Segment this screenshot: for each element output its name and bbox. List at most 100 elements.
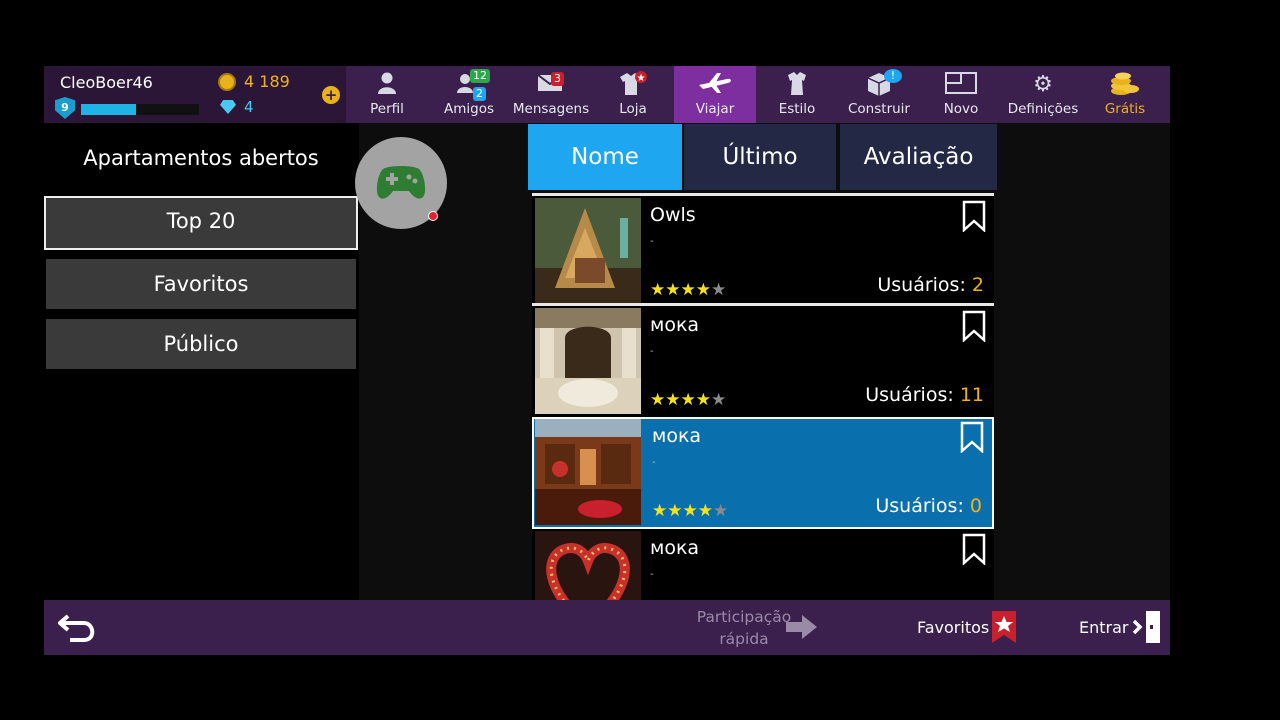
favorites-button-label[interactable]: Favoritos: [917, 618, 989, 637]
star-empty-icon: ★: [711, 390, 727, 410]
star-filled-icon: ★: [650, 280, 666, 300]
nav-label: Novo: [943, 101, 979, 117]
nav-estilo[interactable]: Estilo: [756, 66, 838, 123]
shirt-star-icon: ★: [592, 71, 674, 105]
star-filled-icon: ★: [695, 280, 711, 300]
coins-icon: [1084, 71, 1166, 105]
top20-button[interactable]: Top 20: [44, 196, 358, 250]
star-filled-icon: ★: [665, 390, 681, 410]
level-shield-icon: 9: [55, 97, 75, 119]
gear-icon: ⚙: [1033, 72, 1053, 97]
enter-button-label[interactable]: Entrar: [1079, 618, 1128, 637]
outfit-icon: [756, 71, 838, 105]
gamepad-icon: [376, 166, 426, 199]
star-filled-icon: ★: [697, 501, 713, 521]
coin-icon: [218, 73, 236, 91]
tab-avaliacao[interactable]: Avaliação: [840, 124, 997, 190]
diamond-icon: [220, 100, 236, 114]
star-empty-icon: ★: [713, 501, 729, 521]
messages-badge: 3: [551, 72, 564, 86]
room-description: -: [650, 569, 654, 580]
users-count: Usuários: 11: [865, 384, 984, 406]
nav-construir[interactable]: ! Construir: [838, 66, 920, 123]
room-name: мока: [650, 314, 700, 336]
username: CleoBoer46: [60, 73, 153, 92]
box-icon: [838, 71, 920, 105]
room-thumbnail: [535, 531, 641, 600]
room-thumbnail: [535, 198, 641, 304]
users-number: 2: [971, 274, 984, 296]
bookmark-icon[interactable]: [962, 310, 986, 342]
app-window: CleoBoer46 9 4 189 4 + Perfil 12 2 Amigo…: [44, 66, 1170, 655]
room-description: -: [650, 346, 654, 357]
users-count: Usuários: 0: [875, 495, 982, 517]
nav-amigos[interactable]: 12 2 Amigos: [428, 66, 510, 123]
publico-button[interactable]: Público: [46, 319, 356, 369]
nav-definicoes[interactable]: ⚙ Definições: [1002, 66, 1084, 123]
nav-label: Mensagens: [512, 101, 590, 117]
star-filled-icon: ★: [680, 280, 696, 300]
add-currency-button[interactable]: +: [322, 86, 340, 104]
bottom-bar: Participação rápida Favoritos Entrar: [44, 600, 1170, 655]
favoritos-button[interactable]: Favoritos: [46, 259, 356, 309]
star-filled-icon: ★: [695, 390, 711, 410]
bookmark-icon[interactable]: [962, 200, 986, 232]
friends-icon: [428, 71, 510, 103]
users-number: 0: [969, 495, 982, 517]
notification-dot: [428, 211, 438, 221]
top-bar: CleoBoer46 9 4 189 4 + Perfil 12 2 Amigo…: [44, 66, 1170, 123]
nav-viajar[interactable]: Viajar: [674, 66, 756, 123]
gem-balance: 4: [244, 98, 254, 116]
bookmark-icon[interactable]: [960, 421, 984, 453]
room-row[interactable]: Owls - ★★★★★ Usuários: 2: [532, 196, 994, 308]
svg-text:★: ★: [637, 73, 646, 84]
rating-stars: ★★★★★: [650, 280, 726, 300]
room-row[interactable]: мока -: [532, 529, 994, 600]
nav-label: Amigos: [444, 101, 494, 117]
user-profile-box[interactable]: CleoBoer46 9: [44, 66, 208, 123]
back-arrow-icon[interactable]: [56, 608, 100, 648]
currency-box: 4 189 4 +: [208, 66, 346, 123]
star-empty-icon: ★: [711, 280, 727, 300]
nav-mensagens[interactable]: 3 Mensagens: [510, 66, 592, 123]
tab-ultimo[interactable]: Último: [684, 124, 836, 190]
bookmark-icon[interactable]: [962, 533, 986, 565]
nav-gratis[interactable]: Grátis: [1084, 66, 1166, 123]
room-row-selected[interactable]: мока - ★★★★★ Usuários: 0: [532, 417, 994, 529]
room-row[interactable]: мока - ★★★★★ Usuários: 11: [532, 306, 994, 418]
nav-label: Viajar: [695, 101, 735, 117]
xp-bar: [81, 104, 199, 115]
nav-label: Perfil: [370, 101, 404, 117]
users-count: Usuários: 2: [877, 274, 984, 296]
nav-loja[interactable]: ★ Loja: [592, 66, 674, 123]
nav-label: Loja: [619, 101, 647, 117]
room-name: мока: [650, 537, 700, 559]
room-name: Owls: [650, 204, 696, 226]
xp-bar-fill: [81, 104, 137, 115]
friends-badge-count: 12: [470, 69, 490, 83]
favorite-star-icon[interactable]: [991, 610, 1017, 644]
construir-alert-badge: !: [884, 69, 902, 83]
users-number: 11: [959, 384, 984, 406]
enter-door-icon[interactable]: [1132, 609, 1162, 645]
nav-label: Grátis: [1104, 101, 1146, 117]
rooms-icon: [920, 71, 1002, 103]
room-description: -: [652, 457, 656, 468]
room-thumbnail: [535, 419, 641, 525]
nav-perfil[interactable]: Perfil: [346, 66, 428, 123]
star-filled-icon: ★: [682, 501, 698, 521]
room-description: -: [650, 236, 654, 247]
room-list[interactable]: Owls - ★★★★★ Usuários: 2 мока - ★★★★★ Us…: [532, 193, 994, 600]
tab-nome[interactable]: Nome: [528, 124, 682, 190]
star-filled-icon: ★: [665, 280, 681, 300]
star-filled-icon: ★: [667, 501, 683, 521]
friends-requests-badge: 2: [473, 87, 486, 101]
nav-novo[interactable]: Novo: [920, 66, 1002, 123]
nav-label: Definições: [1007, 101, 1079, 117]
star-filled-icon: ★: [650, 390, 666, 410]
room-name: мока: [652, 425, 702, 447]
nav-label: Construir: [848, 101, 910, 117]
users-label: Usuários:: [865, 384, 954, 406]
airplane-icon: [674, 71, 756, 103]
star-filled-icon: ★: [680, 390, 696, 410]
